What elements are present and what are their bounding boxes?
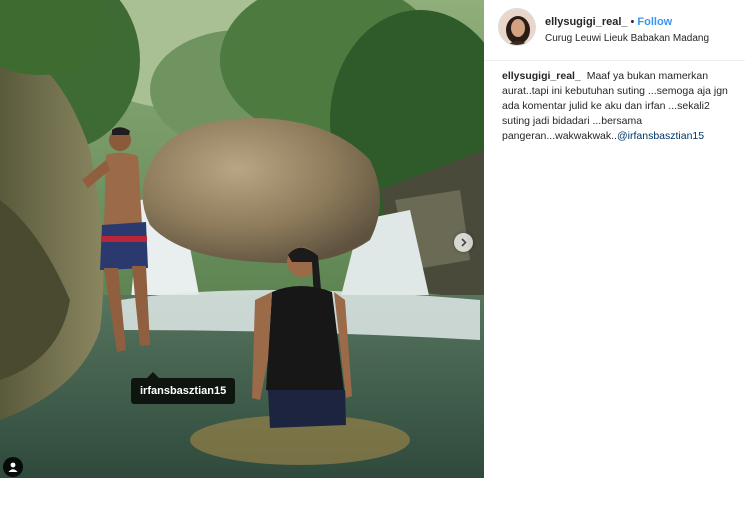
avatar[interactable] [498, 8, 536, 46]
separator-dot: • [630, 16, 635, 28]
location-link[interactable]: Curug Leuwi Lieuk Babakan Madang [545, 33, 709, 44]
post-caption: ellysugigi_real_ Maaf ya bukan mamerkan … [502, 69, 736, 144]
post-header: ellysugigi_real_ • Follow Curug Leuwi Lieu… [498, 8, 738, 52]
waterfall-scene-image [0, 0, 484, 478]
follow-button[interactable]: Follow [637, 16, 672, 28]
user-tag-icon [7, 461, 19, 473]
caption-mention-link[interactable]: @irfansbasztian15 [617, 130, 704, 142]
post-photo[interactable]: irfansbasztian15 [0, 0, 484, 478]
user-tag-label[interactable]: irfansbasztian15 [131, 372, 236, 404]
header-divider [484, 60, 745, 61]
tagged-users-button[interactable] [3, 457, 23, 477]
username-link[interactable]: ellysugigi_real_ [545, 16, 628, 28]
user-tag-text: irfansbasztian15 [140, 385, 227, 397]
caption-username-link[interactable]: ellysugigi_real_ [502, 70, 581, 82]
chevron-right-icon [459, 238, 468, 247]
next-photo-button[interactable] [454, 233, 473, 252]
post-details-panel: ellysugigi_real_ • Follow Curug Leuwi Lieu… [484, 0, 745, 510]
username-row: ellysugigi_real_ • Follow [545, 15, 672, 29]
